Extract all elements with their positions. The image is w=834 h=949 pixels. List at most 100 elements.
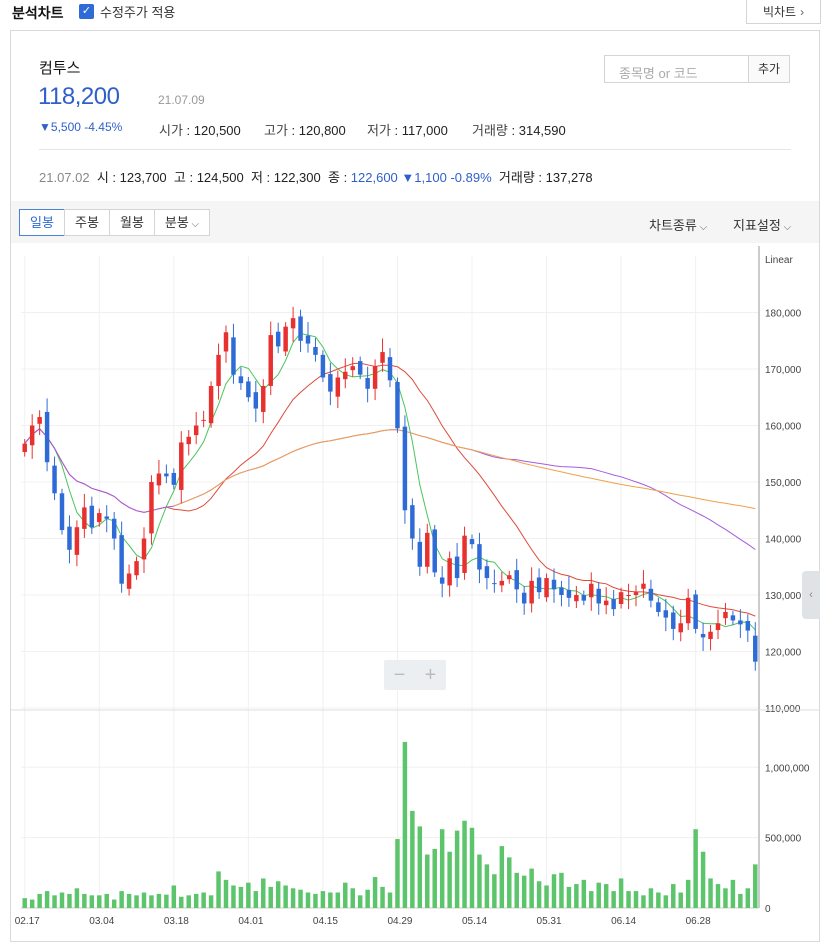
candle-body (589, 583, 594, 598)
candle-body (611, 598, 616, 610)
volume-bar (417, 826, 423, 908)
volume-bar (581, 879, 587, 908)
candle-body (469, 539, 475, 545)
volume-bar (164, 894, 169, 908)
candle-body (343, 371, 348, 380)
volume-bar (656, 892, 661, 908)
adjusted-price-option[interactable]: ✓ 수정주가 적용 (79, 2, 175, 21)
candle-body (559, 587, 564, 595)
volume-bar (119, 891, 124, 908)
volume-bar (343, 882, 348, 908)
candle-body (313, 346, 318, 355)
candle-body (715, 623, 721, 631)
candle-body (164, 473, 169, 477)
big-chart-button[interactable]: 빅차트 › (746, 0, 821, 24)
candle-body (44, 411, 50, 463)
volume-bar (700, 851, 706, 908)
candle-body (223, 332, 229, 352)
date-tick-label: 02.17 (15, 916, 40, 927)
volume-bar (462, 820, 467, 908)
candle-body (507, 575, 512, 580)
volume-bar (283, 885, 288, 908)
candle-body (357, 361, 363, 375)
volume-bar (626, 891, 631, 908)
volume-bar (29, 899, 35, 908)
zoom-out-icon[interactable]: − (394, 664, 406, 687)
date-tick-label: 04.15 (313, 916, 338, 927)
volume-bar (275, 881, 281, 908)
candle-body (350, 366, 355, 371)
side-panel-toggle[interactable]: ‹ (802, 571, 820, 619)
candle-body (395, 381, 400, 429)
volume-bar (477, 854, 482, 908)
volume-bar (59, 892, 65, 908)
price-tick-label: 150,000 (765, 478, 802, 489)
candle-body (454, 556, 460, 579)
volume-bar (357, 895, 363, 908)
price-tick-label: 140,000 (765, 535, 802, 546)
volume-bar (97, 895, 102, 908)
candle-body (59, 493, 65, 531)
volume-bar (246, 882, 251, 908)
volume-bar (708, 878, 713, 908)
volume-bar (633, 891, 639, 908)
price-tick-label: 180,000 (765, 309, 802, 320)
zoom-control: − + (384, 660, 446, 690)
volume-bar (193, 893, 199, 908)
volume-bar (663, 895, 669, 908)
candle-body (328, 374, 333, 392)
candle-body (603, 600, 609, 606)
volume-bar (439, 829, 445, 908)
volume-bar (693, 829, 698, 908)
volume-bar (507, 857, 512, 908)
candle-body (283, 326, 288, 352)
volume-bar (186, 895, 191, 908)
volume-bar (559, 872, 564, 908)
candle-body (134, 561, 139, 576)
volume-bar (589, 891, 594, 908)
candle-body (596, 588, 601, 604)
volume-tick-label: 0 (765, 904, 771, 915)
candle-body (484, 566, 490, 579)
candle-body (156, 473, 162, 486)
candle-body (723, 611, 728, 619)
date-tick-label: 05.14 (462, 916, 487, 927)
volume-bar (298, 889, 303, 908)
date-tick-label: 06.28 (686, 916, 711, 927)
volume-bar (745, 888, 751, 908)
candle-body (439, 577, 445, 584)
volume-bar (22, 898, 27, 908)
volume-bar (611, 891, 616, 908)
volume-bar (216, 871, 221, 908)
volume-bar (313, 893, 318, 908)
checkbox-checked-icon[interactable]: ✓ (79, 4, 94, 19)
volume-bar (74, 888, 80, 908)
candle-body (693, 594, 698, 629)
candle-body (753, 635, 758, 662)
volume-bar (335, 892, 341, 908)
volume-bar (141, 892, 147, 908)
price-tick-label: 170,000 (765, 365, 802, 376)
volume-bar (402, 741, 408, 908)
candle-body (74, 527, 80, 555)
candle-body (253, 392, 259, 409)
candle-body (618, 592, 624, 605)
adjusted-price-label: 수정주가 적용 (100, 5, 176, 20)
top-bar: 분석차트 ✓ 수정주가 적용 빅차트 › (0, 0, 834, 28)
candle-body (126, 573, 132, 589)
candle-body (141, 538, 147, 560)
date-tick-label: 05.31 (537, 916, 562, 927)
candle-body (730, 615, 736, 621)
volume-bar (268, 886, 273, 908)
candle-body (22, 443, 27, 453)
volume-bar (514, 872, 519, 908)
candle-body (514, 570, 519, 590)
volume-bar (149, 895, 154, 908)
volume-bar (89, 895, 95, 908)
volume-bar (671, 884, 676, 908)
candle-body (708, 631, 713, 640)
candlestick-chart[interactable]: 180,000 170,000 160,000 150,000 140,000 130,0… (11, 31, 819, 941)
candle-body (663, 610, 669, 618)
zoom-in-icon[interactable]: + (425, 664, 437, 687)
candle-body (380, 352, 385, 363)
